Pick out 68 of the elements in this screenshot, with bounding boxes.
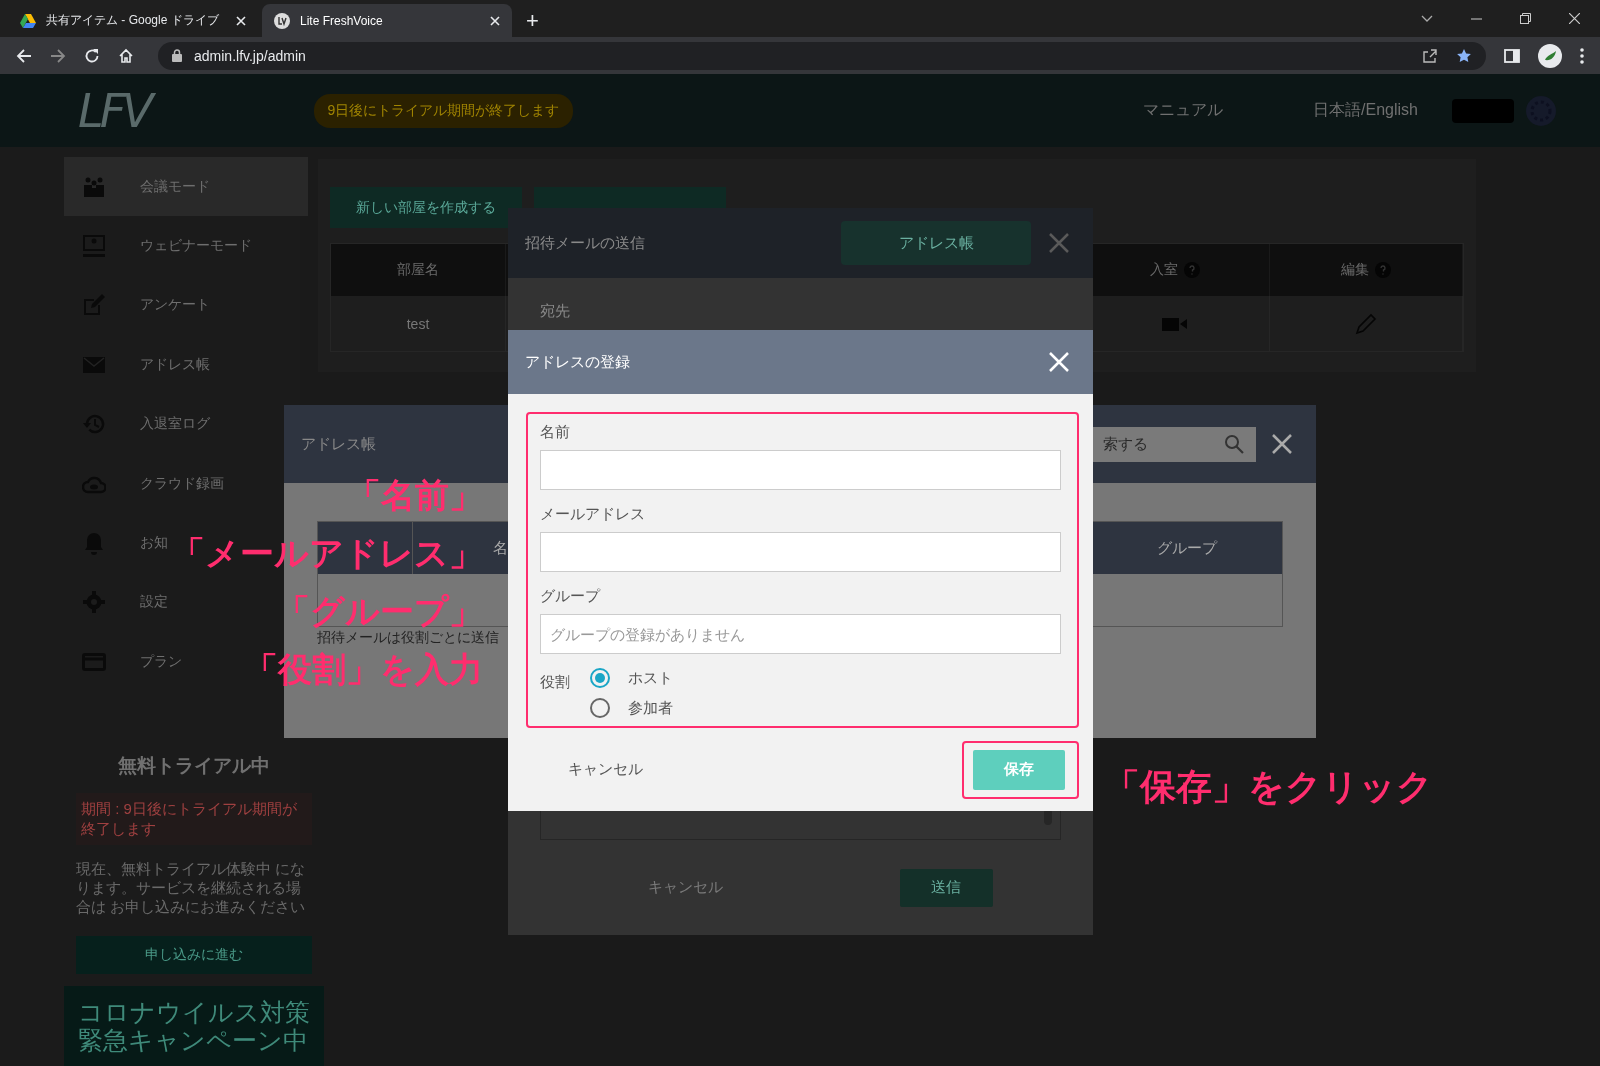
annotation-text: 「名前」 (347, 475, 483, 516)
field-label: グループ (540, 586, 602, 606)
input-field[interactable]: グループの登録がありません (540, 614, 1061, 654)
trial-notice: 期間 : 9日後にトライアル期間が終了します (76, 793, 312, 846)
annotation-text: 「保存」をクリック (1104, 766, 1433, 808)
annotation-text: 「グループ」 (276, 591, 483, 631)
radio-button[interactable] (590, 668, 610, 688)
reload-icon[interactable] (84, 47, 100, 64)
field-label: 名前 (540, 422, 571, 442)
campaign-banner[interactable]: コロナウイルス対策 緊急キャンペーン中 (64, 986, 324, 1066)
radio-option[interactable]: ホスト (590, 668, 673, 688)
sidebar-item[interactable]: アドレス帳 (64, 335, 212, 395)
dialog-title: アドレス帳 (301, 434, 377, 454)
new-tab-button[interactable]: + (516, 4, 549, 37)
table-header-cell: 部屋名 (331, 244, 506, 296)
note-text: 招待メールは役割ごとに送信 (317, 629, 499, 647)
restore-icon[interactable] (1520, 13, 1531, 24)
field-label: メールアドレス (540, 504, 646, 524)
header-link[interactable]: マニュアル (1143, 100, 1224, 121)
input-field[interactable] (540, 532, 1061, 572)
sidebar-item[interactable]: 会議モード (64, 157, 308, 217)
sidebar-item[interactable]: 入退室ログ (64, 394, 212, 454)
header-link[interactable]: 日本語/English (1313, 100, 1418, 121)
apply-button[interactable]: 申し込みに進む (76, 936, 312, 974)
side-panel-icon[interactable] (1504, 47, 1520, 64)
forward-icon[interactable] (50, 47, 66, 64)
sidebar-item[interactable]: アンケート (64, 275, 212, 336)
trial-heading: 無料トライアル中 (117, 754, 271, 779)
sidebar-item[interactable]: ウェビナーモード (64, 216, 254, 276)
campaign-text: コロナウイルス対策 (78, 998, 310, 1026)
create-room-button[interactable]: 新しい部屋を作成する (330, 187, 522, 228)
sidebar-item[interactable]: 設定 (64, 572, 170, 632)
address-book-button[interactable]: アドレス帳 (841, 221, 1031, 265)
input-field[interactable] (540, 450, 1061, 490)
dialog-title: 招待メールの送信 (525, 233, 646, 253)
table-cell: test (331, 296, 506, 351)
trial-badge: 9日後にトライアル期間が終了します (313, 93, 574, 128)
browser-tab[interactable]: 共有アイテム - Google ドライブ (8, 4, 258, 37)
table-header-cell: 編集 (1270, 244, 1463, 296)
menu-icon[interactable] (1580, 47, 1584, 64)
star-icon[interactable] (1456, 47, 1472, 64)
search-icon (1224, 434, 1244, 454)
radio-option[interactable]: 参加者 (590, 698, 673, 718)
field-label: 役割 (540, 672, 570, 692)
radio-button[interactable] (590, 698, 610, 718)
field-label: 宛先 (540, 302, 571, 321)
address-bar[interactable]: admin.lfv.jp/admin (158, 41, 1486, 70)
search-field[interactable]: 索する (1093, 426, 1256, 462)
trial-description: 現在、無料トライアル体験中 になります。サービスを継続される場合は お申し込みにお進みください (76, 859, 307, 917)
dialog-title: アドレスの登録 (525, 352, 630, 372)
sidebar-item[interactable]: お知 (64, 513, 170, 573)
minimize-icon[interactable] (1471, 17, 1482, 20)
chevron-down-icon[interactable] (1421, 14, 1433, 23)
browser-tab[interactable]: Lite FreshVoice (262, 4, 512, 37)
cancel-button[interactable]: キャンセル (562, 759, 649, 780)
sidebar-item[interactable]: クラウド録画 (64, 453, 226, 514)
lock-icon (172, 49, 182, 62)
home-icon[interactable] (118, 47, 134, 64)
sidebar-item[interactable]: プラン (64, 632, 184, 692)
drive-triangle-icon (20, 13, 36, 28)
campaign-text: 緊急キャンペーン中 (78, 1026, 309, 1054)
profile-avatar-icon[interactable] (1538, 43, 1562, 68)
site-logo-icon (274, 12, 290, 29)
share-icon[interactable] (1422, 47, 1438, 64)
cancel-button[interactable]: キャンセル (608, 878, 764, 897)
back-icon[interactable] (16, 47, 32, 64)
send-button[interactable]: 送信 (899, 868, 993, 907)
table-header-cell: グループ (1092, 522, 1282, 574)
